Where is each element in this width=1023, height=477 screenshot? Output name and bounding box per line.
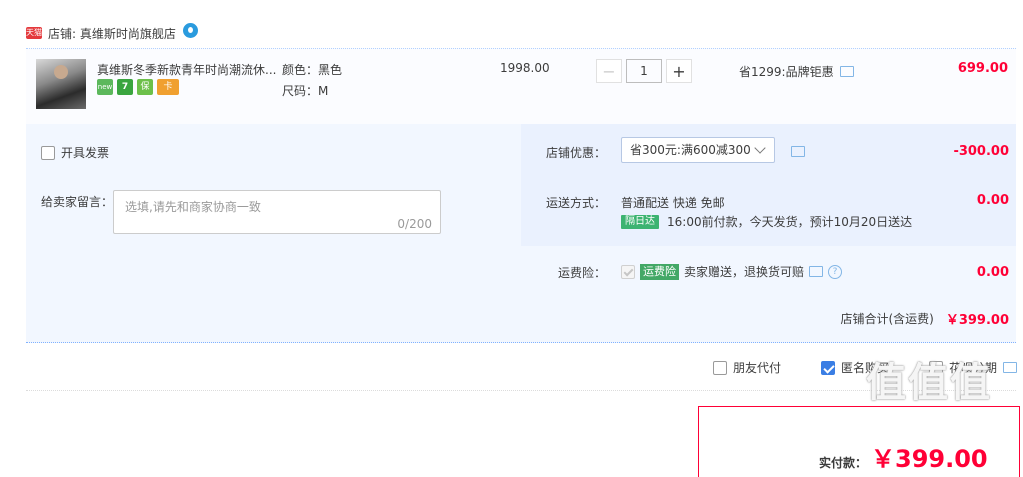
store-discount-value: 省300元:满600减300 (630, 143, 751, 157)
card-icon: 卡 (157, 79, 179, 95)
store-discount-amount: -300.00 (953, 144, 1009, 159)
seven-day-return-icon: 7 (117, 79, 133, 95)
comment-icon[interactable] (839, 66, 854, 77)
store-subtotal: 店铺合计(含运费) ￥399.00 (840, 309, 1009, 328)
invoice-checkbox[interactable] (41, 145, 55, 160)
insurance-label: 运费险： (558, 266, 607, 280)
insurance-checkbox (621, 264, 635, 279)
item-discount: 省1299:品牌钜惠 (739, 63, 854, 80)
help-icon[interactable]: ? (828, 264, 843, 279)
shipping-detail: 隔日达 16:00前付款，今天发货，预计10月20日送达 (621, 213, 912, 230)
subtotal-label: 店铺合计(含运费) (840, 312, 934, 326)
decrease-qty-button[interactable]: − (596, 59, 622, 83)
friend-pay-option[interactable]: 朋友代付 (713, 359, 781, 376)
next-day-badge: 隔日达 (621, 214, 659, 229)
comment-icon[interactable] (809, 266, 824, 277)
seller-message-input[interactable]: 选填,请先和商家协商一致 0/200 (113, 190, 441, 234)
wangwang-chat-icon[interactable] (182, 22, 198, 38)
shipping-amount: 0.00 (976, 193, 1009, 208)
insurance-text: 卖家赠送，退换货可赔 (684, 265, 805, 279)
shipping-method: 普通配送 快递 免邮 (621, 196, 725, 210)
comment-icon[interactable] (791, 146, 805, 157)
friend-pay-checkbox[interactable] (713, 360, 727, 375)
insurance-badge: 运费险 (640, 263, 679, 280)
increase-qty-button[interactable]: + (666, 59, 692, 83)
service-tags: new 7 保 卡 (97, 79, 179, 95)
payment-summary-box: 实付款： ￥399.00 (698, 406, 1020, 477)
comment-icon[interactable] (1003, 362, 1018, 373)
insurance-option: 运费险 卖家赠送，退换货可赔 ? (621, 263, 843, 280)
quantity-stepper: − 1 + (596, 59, 692, 83)
store-discount-label: 店铺优惠： (546, 146, 607, 160)
shipping-detail-text: 16:00前付款，今天发货，预计10月20日送达 (667, 215, 913, 229)
invoice-option[interactable]: 开具发票 (41, 144, 109, 161)
store-header: 天猫 店铺: 真维斯时尚旗舰店 (26, 22, 198, 42)
payment-amount: ￥399.00 (871, 445, 988, 473)
item-discount-text: 省1299:品牌钜惠 (739, 65, 834, 79)
new-tag-icon: new (97, 79, 113, 95)
subtotal-amount: ￥399.00 (945, 313, 1009, 328)
invoice-label: 开具发票 (61, 146, 110, 160)
store-discount-select[interactable]: 省300元:满600减300 (621, 137, 775, 163)
order-item-row: 真维斯冬季新款青年时尚潮流休... new 7 保 卡 颜色：黑色 尺码：M 1… (26, 48, 1016, 126)
anonymous-checkbox[interactable] (821, 360, 835, 375)
friend-pay-label: 朋友代付 (733, 361, 782, 375)
item-total-price: 699.00 (957, 61, 1008, 76)
guarantee-icon: 保 (137, 79, 153, 95)
unit-price: 1998.00 (500, 61, 550, 75)
message-label: 给卖家留言： (41, 195, 114, 209)
message-counter: 0/200 (397, 217, 432, 231)
quantity-input[interactable]: 1 (626, 59, 662, 83)
payment-total: 实付款： ￥399.00 (819, 439, 988, 474)
product-title-link[interactable]: 真维斯冬季新款青年时尚潮流休... (97, 61, 277, 78)
payment-label: 实付款： (819, 456, 868, 470)
store-name-link[interactable]: 店铺: 真维斯时尚旗舰店 (48, 25, 176, 42)
tmall-icon: 天猫 (26, 27, 42, 39)
sku-color: 颜色：黑色 (282, 63, 343, 77)
shipping-label: 运送方式： (546, 196, 607, 210)
message-placeholder: 选填,请先和商家协商一致 (125, 200, 261, 214)
chevron-down-icon (754, 142, 766, 154)
product-thumbnail[interactable] (36, 59, 86, 109)
order-options-panel: 开具发票 给卖家留言： 选填,请先和商家协商一致 0/200 店铺优惠： 省30… (26, 124, 1016, 343)
insurance-amount: 0.00 (976, 265, 1009, 280)
watermark-logo: 值值值 (866, 360, 992, 406)
sku-size: 尺码：M (282, 84, 329, 98)
